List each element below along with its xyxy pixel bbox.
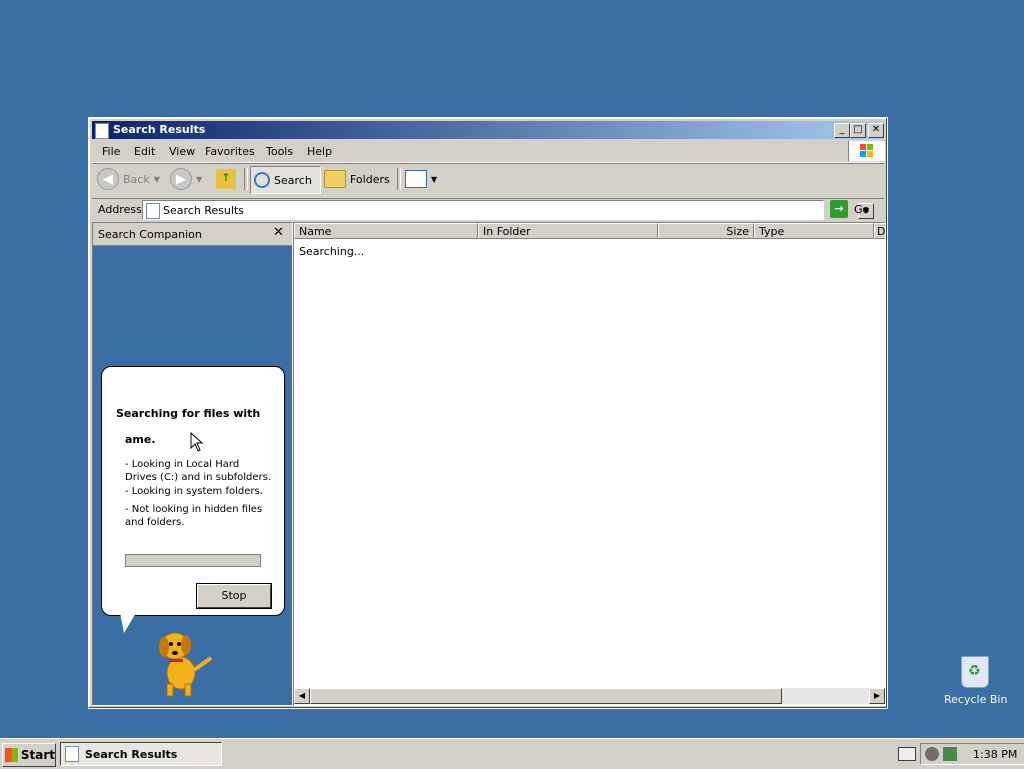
address-label: Address xyxy=(98,203,142,216)
address-bar: Address Search Results ▼ → Go xyxy=(92,198,884,221)
mouse-cursor-icon xyxy=(190,431,204,455)
horizontal-scrollbar[interactable]: ◀ ▶ xyxy=(294,688,885,704)
menu-edit[interactable]: Edit xyxy=(134,145,155,158)
menu-favorites[interactable]: Favorites xyxy=(205,145,255,158)
menu-view[interactable]: View xyxy=(169,145,195,158)
clock[interactable]: 1:38 PM xyxy=(973,748,1017,761)
searching-status: Searching... xyxy=(299,245,365,258)
windows-logo xyxy=(848,141,885,161)
column-header-size[interactable]: Size xyxy=(658,223,754,239)
recycle-bin[interactable]: ♻ Recycle Bin xyxy=(944,656,1008,706)
forward-arrow-icon: ▶ xyxy=(170,168,192,190)
menu-file[interactable]: File xyxy=(102,145,120,158)
companion-title: Search Companion xyxy=(98,228,202,241)
recycle-bin-icon: ♻ xyxy=(961,656,989,688)
keyboard-icon[interactable] xyxy=(898,747,916,761)
address-field[interactable]: Search Results ▼ xyxy=(142,200,874,220)
security-icon[interactable] xyxy=(943,747,957,761)
search-progress-bar xyxy=(125,554,261,567)
search-heading: Searching for files with xyxy=(116,407,261,420)
column-header-in-folder[interactable]: In Folder xyxy=(478,223,658,239)
maximize-button[interactable]: □ xyxy=(850,123,866,138)
go-arrow-icon[interactable]: → xyxy=(830,200,848,218)
search-detail-system-folders: - Looking in system folders. xyxy=(125,486,263,497)
windows-flag-icon xyxy=(5,748,18,762)
chevron-down-icon: ▼ xyxy=(431,174,438,184)
forward-button[interactable]: ▶ ▼ xyxy=(170,166,202,192)
chevron-down-icon: ▼ xyxy=(153,174,160,184)
views-button[interactable]: ▼ xyxy=(405,166,437,192)
back-label: Back xyxy=(123,172,150,186)
speech-bubble: Searching for files with ame. - Looking … xyxy=(101,366,285,633)
search-label: Search xyxy=(274,173,312,187)
back-button[interactable]: ◀ Back ▼ xyxy=(97,166,160,192)
bubble-tail xyxy=(120,613,136,633)
scroll-right-button[interactable]: ▶ xyxy=(869,688,885,704)
start-label: Start xyxy=(20,748,55,762)
menu-tools[interactable]: Tools xyxy=(266,145,293,158)
column-header-date[interactable]: D xyxy=(874,223,885,239)
chevron-down-icon: ▼ xyxy=(196,174,203,184)
companion-header: Search Companion ✕ xyxy=(93,223,292,246)
folder-icon xyxy=(324,170,346,188)
up-folder-icon: ↑ xyxy=(216,169,236,189)
close-button[interactable]: ✕ xyxy=(868,123,884,138)
search-detail-local-drives: - Looking in Local Hard Drives (C:) and … xyxy=(125,459,271,483)
recycle-bin-label: Recycle Bin xyxy=(944,693,1008,706)
search-heading-cont: ame. xyxy=(125,433,156,446)
taskbar: Start Search Results 1:38 PM xyxy=(0,738,1024,769)
title-bar[interactable]: Search Results _ □ ✕ xyxy=(92,121,884,139)
search-companion-pane: Search Companion ✕ Searching for files w… xyxy=(92,222,293,706)
search-detail-hidden-files: - Not looking in hidden files and folder… xyxy=(125,504,263,528)
start-button[interactable]: Start xyxy=(2,743,56,767)
menu-help[interactable]: Help xyxy=(307,145,332,158)
back-arrow-icon: ◀ xyxy=(97,168,119,190)
minimize-button[interactable]: _ xyxy=(834,123,850,138)
up-folder-button[interactable]: ↑ xyxy=(216,166,236,192)
stop-button[interactable]: Stop xyxy=(197,584,271,608)
menu-bar: File Edit View Favorites Tools Help xyxy=(92,140,885,163)
results-pane: Name In Folder Size Type D Searching... … xyxy=(293,222,886,706)
close-icon[interactable]: ✕ xyxy=(273,225,284,240)
column-header-type[interactable]: Type xyxy=(754,223,874,239)
scroll-left-button[interactable]: ◀ xyxy=(294,688,310,704)
search-button[interactable]: Search xyxy=(250,166,321,194)
network-icon[interactable] xyxy=(925,747,939,761)
folders-button[interactable]: Folders xyxy=(324,166,390,192)
scroll-thumb[interactable] xyxy=(310,688,782,704)
search-results-window: Search Results _ □ ✕ File Edit View Favo… xyxy=(88,117,888,709)
go-button[interactable]: Go xyxy=(854,203,869,216)
search-results-icon xyxy=(146,203,160,219)
toolbar-separator xyxy=(244,168,248,190)
column-header-name[interactable]: Name xyxy=(294,223,478,239)
system-tray: 1:38 PM xyxy=(920,743,1024,765)
folders-label: Folders xyxy=(350,172,390,186)
taskbar-item-search-results[interactable]: Search Results xyxy=(60,742,222,766)
toolbar: ◀ Back ▼ ▶ ▼ ↑ Search Folders ▼ xyxy=(92,164,884,196)
search-icon xyxy=(254,172,270,188)
toolbar-separator xyxy=(397,168,401,190)
window-icon xyxy=(95,123,109,139)
taskbar-item-label: Search Results xyxy=(85,747,178,761)
address-value: Search Results xyxy=(163,204,245,217)
search-dog-icon[interactable] xyxy=(143,628,219,698)
search-results-icon xyxy=(65,746,79,762)
views-icon xyxy=(405,170,427,188)
window-title: Search Results xyxy=(113,123,206,136)
